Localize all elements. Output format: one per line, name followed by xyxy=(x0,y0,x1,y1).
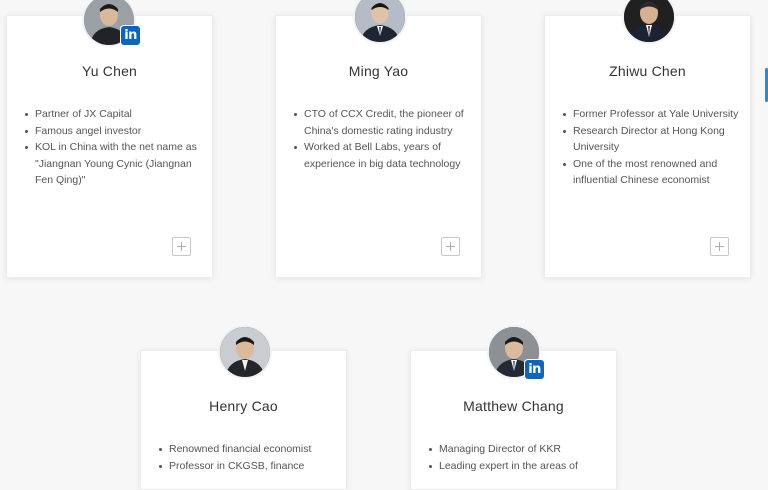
profile-name: Matthew Chang xyxy=(463,398,564,414)
list-item: Famous angel investor xyxy=(25,123,202,140)
profile-bullet-list: CTO of CCX Credit, the pioneer of China'… xyxy=(292,106,471,172)
profile-card-yu-chen: Yu Chen Partner of JX Capital Famous ang… xyxy=(6,15,213,278)
list-item: Managing Director of KKR xyxy=(429,441,606,458)
person-photo-icon xyxy=(220,327,270,377)
expand-plus-icon[interactable] xyxy=(710,237,729,256)
list-item: KOL in China with the net name as "Jiang… xyxy=(25,139,202,189)
profile-bullet-list: Partner of JX Capital Famous angel inves… xyxy=(23,106,202,189)
list-item: One of the most renowned and influential… xyxy=(563,156,740,189)
list-item: Professor in CKGSB, finance xyxy=(159,458,336,475)
list-item: Leading expert in the areas of xyxy=(429,458,606,475)
profile-card-ming-yao: Ming Yao CTO of CCX Credit, the pioneer … xyxy=(275,15,482,278)
profile-card-zhiwu-chen: Zhiwu Chen Former Professor at Yale Univ… xyxy=(544,15,751,278)
profile-bullet-list: Former Professor at Yale University Rese… xyxy=(561,106,740,189)
list-item: Former Professor at Yale University xyxy=(563,106,740,123)
avatar xyxy=(218,325,272,379)
linkedin-icon[interactable]: in xyxy=(121,26,140,45)
list-item: CTO of CCX Credit, the pioneer of China'… xyxy=(294,106,471,139)
profile-bullet-list: Renowned financial economist Professor i… xyxy=(157,441,336,474)
list-item: Worked at Bell Labs, years of experience… xyxy=(294,139,471,172)
list-item: Research Director at Hong Kong Universit… xyxy=(563,123,740,156)
person-photo-icon xyxy=(624,0,674,42)
profile-name: Zhiwu Chen xyxy=(609,63,686,79)
linkedin-icon[interactable]: in xyxy=(525,360,544,379)
person-photo-icon xyxy=(355,0,405,42)
list-item: Renowned financial economist xyxy=(159,441,336,458)
profile-name: Ming Yao xyxy=(348,63,409,79)
list-item: Partner of JX Capital xyxy=(25,106,202,123)
expand-plus-icon[interactable] xyxy=(172,237,191,256)
profile-bullet-list: Managing Director of KKR Leading expert … xyxy=(427,441,606,474)
profile-name: Yu Chen xyxy=(81,63,138,79)
expand-plus-icon[interactable] xyxy=(441,237,460,256)
profile-name: Henry Cao xyxy=(209,398,278,414)
